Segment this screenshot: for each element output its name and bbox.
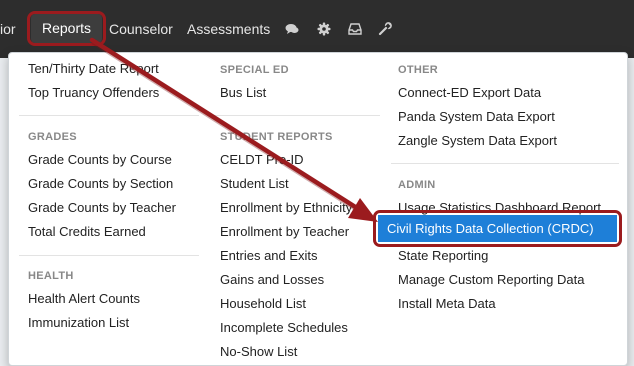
annotation-arrow bbox=[89, 37, 378, 222]
